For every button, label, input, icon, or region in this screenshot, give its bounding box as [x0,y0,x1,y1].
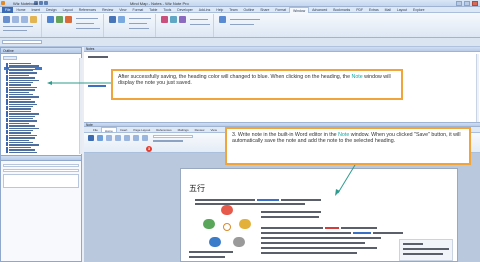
callout-saved-text: After successfully saving, the heading c… [118,74,391,87]
five-elements-diagram [203,205,253,251]
ribbon-group-insert [44,14,104,37]
theme-icon[interactable] [179,16,186,23]
window-controls [456,1,478,6]
redo-icon[interactable] [44,1,48,5]
ribbon [0,13,480,38]
link-icon[interactable] [56,16,63,23]
outline-item-label [9,151,37,153]
note-tab[interactable]: View [207,127,219,132]
note-tab[interactable]: Mailings [175,127,192,132]
note-tab[interactable]: Home [100,127,117,133]
note-tab[interactable]: References [153,127,174,132]
close-icon[interactable] [472,1,478,6]
outline-item[interactable] [6,151,37,154]
ribbon-group-clipboard [0,14,42,37]
callout-saved: After successfully saving, the heading c… [111,69,403,100]
document-title: Mind Map - Notes - Wiz Note Pro [130,1,189,6]
print-icon[interactable] [115,135,121,141]
note-tab[interactable]: Review [192,127,208,132]
maximize-icon[interactable] [464,1,470,6]
properties-field[interactable] [3,169,79,172]
app-title: Wiz Notebook [13,1,38,6]
outline-tree [1,62,81,154]
save-icon[interactable] [88,135,94,141]
properties-header [1,156,81,161]
note-tab[interactable]: Insert [117,127,131,132]
properties-pane [0,155,82,262]
workspace-selector[interactable] [2,40,42,44]
note-tab[interactable]: File [90,127,101,132]
info-box [399,239,453,261]
subtopic-icon[interactable] [118,16,125,23]
app-icon[interactable] [1,1,5,5]
outline-scrollbar[interactable] [79,58,82,154]
image-icon[interactable] [65,16,72,23]
app-window: Wiz Notebook Mind Map - Notes - Wiz Note… [0,0,480,262]
ribbon-group-tools [216,14,480,37]
note-tab[interactable]: Page Layout [130,127,153,132]
ribbon-group-topic [106,14,156,37]
minimize-icon[interactable] [456,1,462,6]
properties-list[interactable] [3,174,79,188]
undo-icon[interactable] [39,1,43,5]
callout-word-editor-text: 3. Write note in the built-in Word edito… [232,132,461,145]
outline-header: Outline [1,48,81,54]
step-badge: 3 [146,146,152,152]
link-icon[interactable] [142,135,148,141]
copy-icon[interactable] [21,16,28,23]
note-page[interactable]: 五行 [180,168,458,262]
toolbar-strip [0,38,480,47]
image-icon[interactable] [133,135,139,141]
mind-map-text [88,56,148,59]
topic-icon[interactable] [109,16,116,23]
font-selector[interactable] [153,135,193,138]
document-title: 五行 [189,184,205,193]
properties-field[interactable] [3,164,79,167]
open-icon[interactable] [106,135,112,141]
main-scrollbar[interactable] [476,54,479,124]
cut-icon[interactable] [12,16,19,23]
format-painter-icon[interactable] [30,16,37,23]
title-bar: Wiz Notebook Mind Map - Notes - Wiz Note… [0,0,480,7]
format-icon[interactable] [161,16,168,23]
outline-item-icon [6,151,8,154]
insert-icon[interactable] [47,16,54,23]
style-icon[interactable] [170,16,177,23]
format-row [153,140,183,142]
table-icon[interactable] [124,135,130,141]
ribbon-group-format [158,14,214,37]
tools-icon[interactable] [219,16,226,23]
callout-word-editor: 3. Write note in the built-in Word edito… [225,127,471,165]
new-note-icon[interactable] [97,135,103,141]
outline-tab[interactable] [3,56,17,60]
paste-icon[interactable] [3,16,10,23]
